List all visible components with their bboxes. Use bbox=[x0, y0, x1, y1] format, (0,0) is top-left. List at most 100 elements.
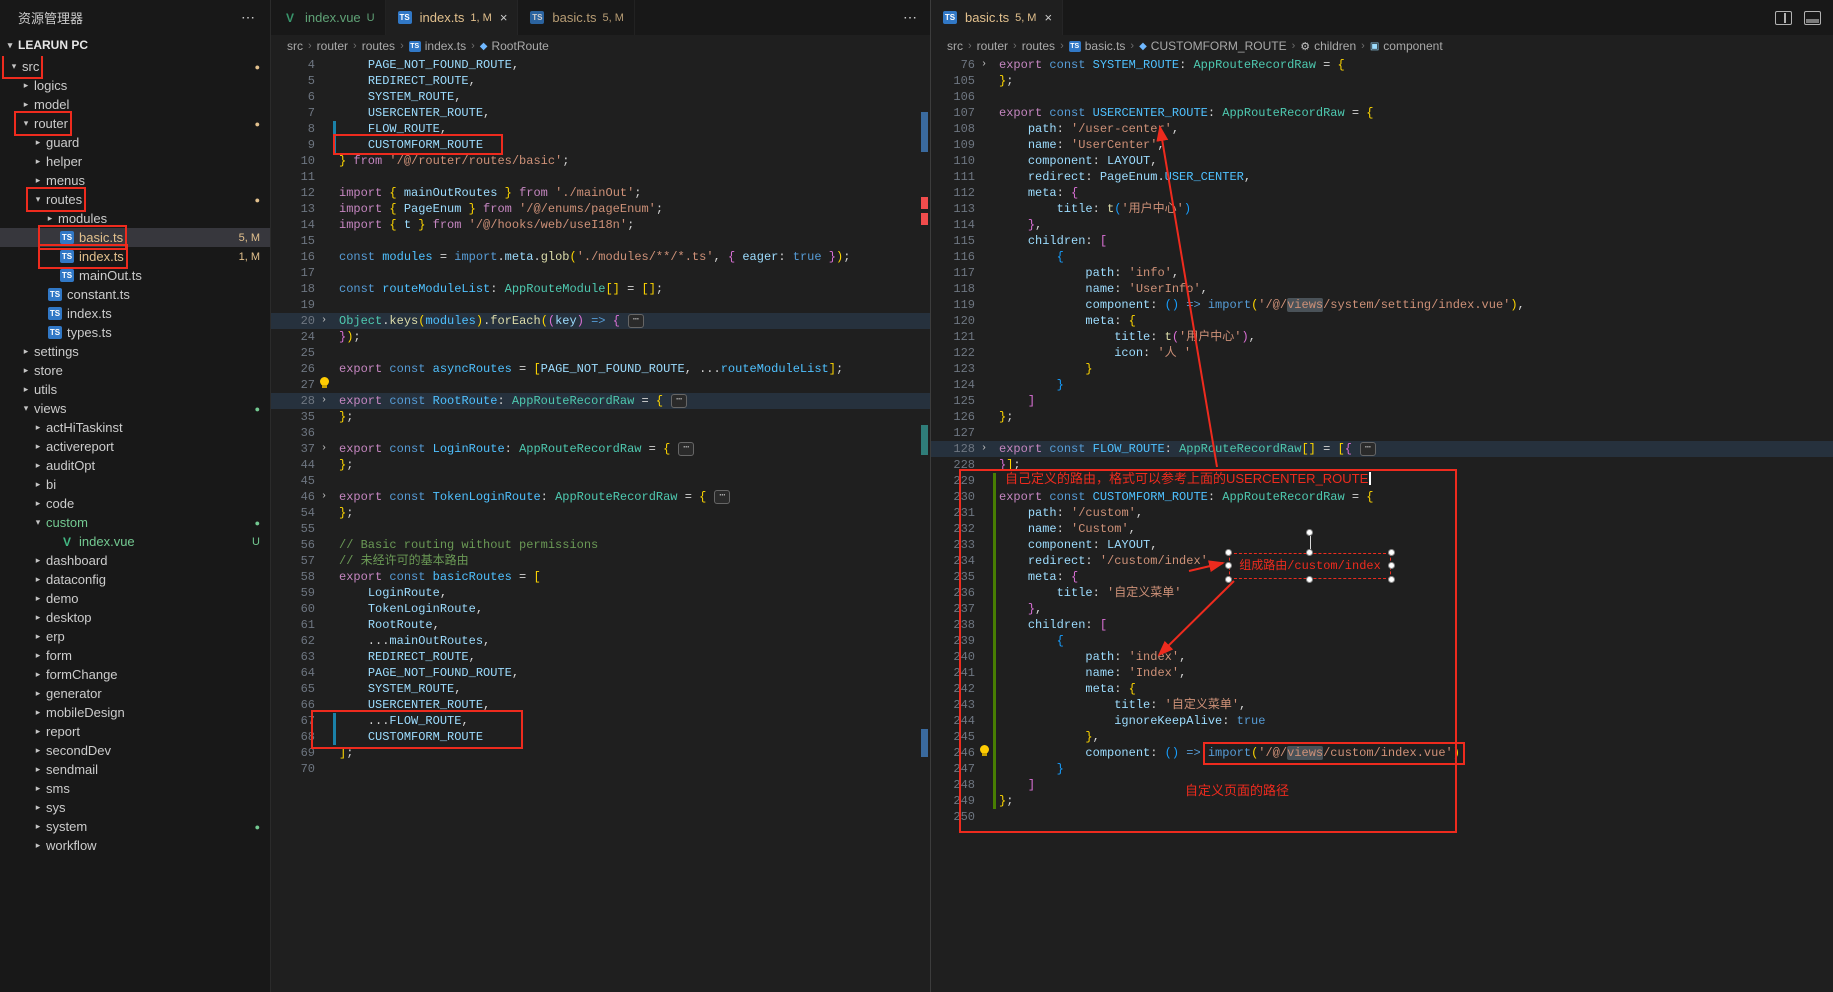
fold-collapsed-icon[interactable]: › bbox=[315, 441, 333, 457]
tree-item-dashboard[interactable]: ▸dashboard bbox=[0, 551, 270, 570]
lightbulb-icon[interactable] bbox=[320, 377, 329, 386]
tree-item-mobileDesign[interactable]: ▸mobileDesign bbox=[0, 703, 270, 722]
annotation-textbox-compose-route[interactable]: 组成路由/custom/index bbox=[1229, 553, 1391, 579]
tree-item-index.ts[interactable]: TSindex.ts bbox=[0, 304, 270, 323]
tree-item-auditOpt[interactable]: ▸auditOpt bbox=[0, 456, 270, 475]
breadcrumb-item-RootRoute[interactable]: ◆RootRoute bbox=[480, 39, 549, 53]
lightbulb-icon[interactable] bbox=[980, 745, 989, 754]
project-section-header[interactable]: ▾ LEARUN PC bbox=[0, 34, 270, 56]
close-tab-icon[interactable]: × bbox=[1044, 10, 1052, 25]
tree-item-dataconfig[interactable]: ▸dataconfig bbox=[0, 570, 270, 589]
fold-collapsed-icon[interactable]: › bbox=[975, 57, 993, 73]
tree-item-router[interactable]: ▾router● bbox=[0, 114, 270, 133]
tree-item-basic.ts[interactable]: TSbasic.ts5, M bbox=[0, 228, 270, 247]
tab-index.ts[interactable]: TSindex.ts1, M× bbox=[386, 0, 519, 35]
breadcrumb-item-src[interactable]: src bbox=[287, 39, 303, 53]
customize-layout-icon[interactable] bbox=[1804, 11, 1821, 25]
resize-handle[interactable] bbox=[1306, 549, 1313, 556]
resize-handle[interactable] bbox=[1388, 562, 1395, 569]
folded-region-badge[interactable]: ⋯ bbox=[671, 394, 687, 408]
git-gutter-indicator bbox=[993, 649, 996, 665]
tree-item-types.ts[interactable]: TStypes.ts bbox=[0, 323, 270, 342]
breadcrumb-item-src[interactable]: src bbox=[947, 39, 963, 53]
folded-region-badge[interactable]: ⋯ bbox=[628, 314, 644, 328]
git-gutter-indicator bbox=[993, 489, 996, 505]
line-number: 106 bbox=[939, 89, 975, 105]
fold-collapsed-icon[interactable]: › bbox=[975, 441, 993, 457]
breadcrumb-item-routes[interactable]: routes bbox=[1022, 39, 1055, 53]
tree-item-desktop[interactable]: ▸desktop bbox=[0, 608, 270, 627]
tree-item-settings[interactable]: ▸settings bbox=[0, 342, 270, 361]
close-tab-icon[interactable]: × bbox=[500, 10, 508, 25]
tree-item-custom[interactable]: ▾custom● bbox=[0, 513, 270, 532]
tree-item-demo[interactable]: ▸demo bbox=[0, 589, 270, 608]
tree-item-guard[interactable]: ▸guard bbox=[0, 133, 270, 152]
tree-item-code[interactable]: ▸code bbox=[0, 494, 270, 513]
breadcrumb-item-index.ts[interactable]: TSindex.ts bbox=[409, 39, 466, 53]
tree-item-activereport[interactable]: ▸activereport bbox=[0, 437, 270, 456]
breadcrumb-item-router[interactable]: router bbox=[317, 39, 348, 53]
resize-handle[interactable] bbox=[1388, 576, 1395, 583]
tree-item-mainOut.ts[interactable]: TSmainOut.ts bbox=[0, 266, 270, 285]
fold-collapsed-icon[interactable]: › bbox=[315, 489, 333, 505]
tree-item-workflow[interactable]: ▸workflow bbox=[0, 836, 270, 855]
chevron-right-icon: ▸ bbox=[30, 137, 46, 148]
explorer-more-icon[interactable]: ⋯ bbox=[241, 9, 256, 26]
tree-item-generator[interactable]: ▸generator bbox=[0, 684, 270, 703]
resize-handle[interactable] bbox=[1225, 549, 1232, 556]
breadcrumb-item-CUSTOMFORM_ROUTE[interactable]: ◆CUSTOMFORM_ROUTE bbox=[1139, 39, 1286, 53]
folded-region-badge[interactable]: ⋯ bbox=[678, 442, 694, 456]
tree-item-actHiTaskinst[interactable]: ▸actHiTaskinst bbox=[0, 418, 270, 437]
breadcrumb-item-basic.ts[interactable]: TSbasic.ts bbox=[1069, 39, 1126, 53]
folded-region-badge[interactable]: ⋯ bbox=[714, 490, 730, 504]
tree-item-sms[interactable]: ▸sms bbox=[0, 779, 270, 798]
resize-handle[interactable] bbox=[1388, 549, 1395, 556]
tree-item-secondDev[interactable]: ▸secondDev bbox=[0, 741, 270, 760]
tree-item-constant.ts[interactable]: TSconstant.ts bbox=[0, 285, 270, 304]
fold-collapsed-icon[interactable]: › bbox=[315, 393, 333, 409]
tree-item-index.ts[interactable]: TSindex.ts1, M bbox=[0, 247, 270, 266]
editor-more-actions-icon[interactable]: ⋯ bbox=[903, 9, 918, 26]
tree-item-modules[interactable]: ▸modules bbox=[0, 209, 270, 228]
breadcrumb-item-router[interactable]: router bbox=[977, 39, 1008, 53]
annotation-textbox-label: 组成路由/custom/index bbox=[1239, 558, 1381, 574]
tree-item-store[interactable]: ▸store bbox=[0, 361, 270, 380]
breadcrumb-item-routes[interactable]: routes bbox=[362, 39, 395, 53]
tree-item-menus[interactable]: ▸menus bbox=[0, 171, 270, 190]
folded-region-badge[interactable]: ⋯ bbox=[1360, 442, 1376, 456]
tree-item-views[interactable]: ▾views● bbox=[0, 399, 270, 418]
tree-item-sys[interactable]: ▸sys bbox=[0, 798, 270, 817]
tree-item-system[interactable]: ▸system● bbox=[0, 817, 270, 836]
tree-item-routes[interactable]: ▾routes● bbox=[0, 190, 270, 209]
tree-item-helper[interactable]: ▸helper bbox=[0, 152, 270, 171]
resize-handle[interactable] bbox=[1306, 576, 1313, 583]
code-editor-right[interactable]: 76›export const SYSTEM_ROUTE: AppRouteRe… bbox=[931, 57, 1833, 992]
resize-handle[interactable] bbox=[1225, 562, 1232, 569]
tree-item-model[interactable]: ▸model bbox=[0, 95, 270, 114]
split-editor-icon[interactable] bbox=[1775, 11, 1792, 25]
overview-ruler[interactable] bbox=[921, 57, 928, 992]
code-line-67: 67 ...FLOW_ROUTE, bbox=[271, 713, 930, 729]
tree-item-erp[interactable]: ▸erp bbox=[0, 627, 270, 646]
tree-item-form[interactable]: ▸form bbox=[0, 646, 270, 665]
tree-item-report[interactable]: ▸report bbox=[0, 722, 270, 741]
resize-handle[interactable] bbox=[1225, 576, 1232, 583]
tab-basic.ts[interactable]: TSbasic.ts5, M× bbox=[931, 0, 1063, 35]
tree-item-sendmail[interactable]: ▸sendmail bbox=[0, 760, 270, 779]
tree-item-index.vue[interactable]: Vindex.vueU bbox=[0, 532, 270, 551]
tree-item-utils[interactable]: ▸utils bbox=[0, 380, 270, 399]
code-editor-left[interactable]: 4 PAGE_NOT_FOUND_ROUTE,5 REDIRECT_ROUTE,… bbox=[271, 57, 930, 992]
line-number: 5 bbox=[279, 73, 315, 89]
tree-item-formChange[interactable]: ▸formChange bbox=[0, 665, 270, 684]
tab-basic.ts[interactable]: TSbasic.ts5, M bbox=[518, 0, 634, 35]
breadcrumb-item-component[interactable]: ▣component bbox=[1370, 39, 1443, 53]
code-line-248: 248 ] bbox=[931, 777, 1833, 793]
tree-item-bi[interactable]: ▸bi bbox=[0, 475, 270, 494]
tree-item-label: utils bbox=[34, 382, 57, 397]
breadcrumb-item-children[interactable]: ⚙children bbox=[1300, 39, 1356, 53]
tab-index.vue[interactable]: Vindex.vueU bbox=[271, 0, 386, 35]
rotate-handle[interactable] bbox=[1306, 529, 1313, 536]
tree-item-logics[interactable]: ▸logics bbox=[0, 76, 270, 95]
tree-item-src[interactable]: ▾src● bbox=[0, 57, 270, 76]
fold-collapsed-icon[interactable]: › bbox=[315, 313, 333, 329]
